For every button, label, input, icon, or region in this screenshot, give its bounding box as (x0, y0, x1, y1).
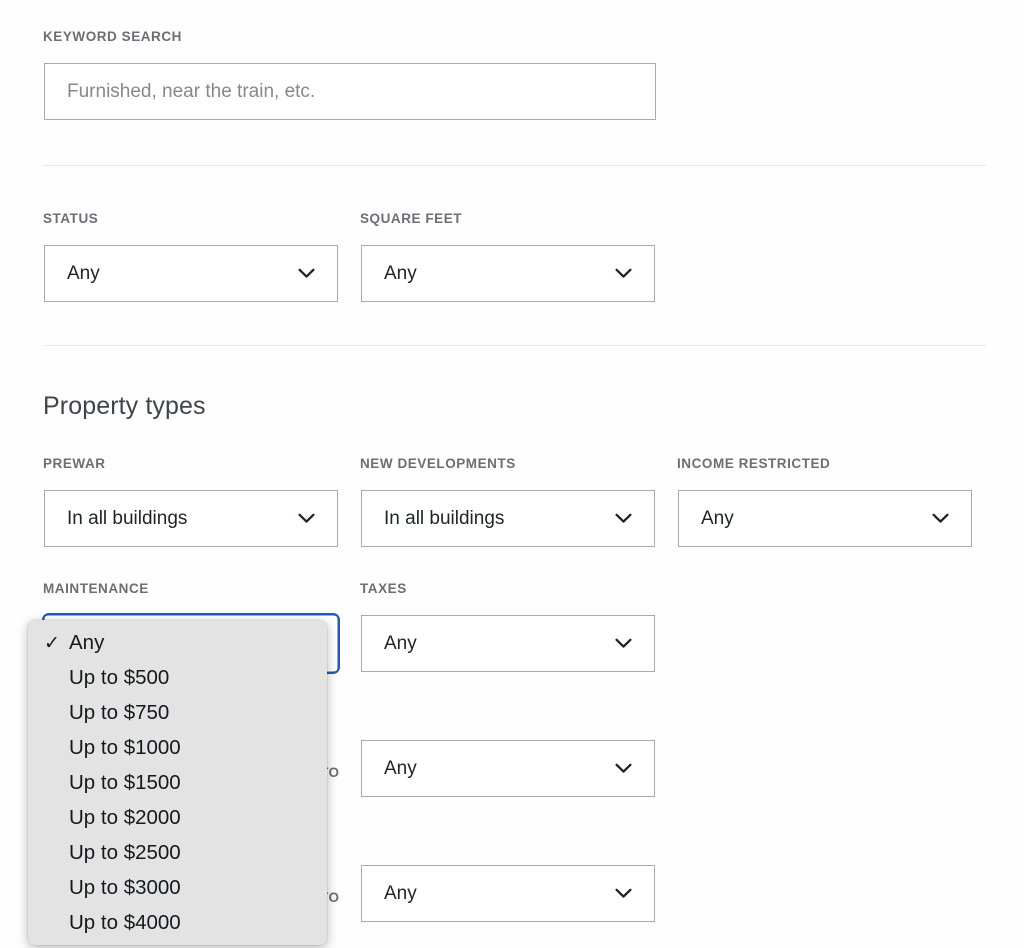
property-types-heading: Property types (43, 392, 206, 420)
keyword-search-input[interactable] (44, 63, 656, 120)
chevron-down-icon (932, 513, 949, 524)
chevron-down-icon (615, 268, 632, 279)
chevron-down-icon (298, 513, 315, 524)
taxes-select-value: Any (384, 634, 417, 653)
dropdown-option-label: Up to $2500 (69, 841, 181, 865)
prewar-label: PREWAR (43, 456, 106, 471)
dropdown-option[interactable]: Up to $2500 (28, 836, 327, 871)
taxes-label: TAXES (360, 581, 407, 596)
square-feet-select[interactable]: Any (361, 245, 655, 302)
new-developments-select[interactable]: In all buildings (361, 490, 655, 547)
dropdown-option[interactable]: Up to $2000 (28, 801, 327, 836)
dropdown-option[interactable]: Up to $1000 (28, 731, 327, 766)
keyword-search-label: KEYWORD SEARCH (43, 29, 182, 44)
status-select-value: Any (67, 264, 100, 283)
dropdown-option[interactable]: Up to $1500 (28, 766, 327, 801)
dropdown-option-label: Up to $2000 (69, 806, 181, 830)
status-select[interactable]: Any (44, 245, 338, 302)
chevron-down-icon (298, 268, 315, 279)
dropdown-option-label: Up to $3000 (69, 876, 181, 900)
dropdown-option-label: Up to $500 (69, 666, 170, 690)
dropdown-option-label: Any (69, 631, 105, 655)
dropdown-option[interactable]: ✓ Any (28, 626, 327, 661)
income-restricted-select[interactable]: Any (678, 490, 972, 547)
dropdown-option-label: Up to $750 (69, 701, 170, 725)
dropdown-option[interactable]: Up to $4000 (28, 906, 327, 941)
range-max-select-1[interactable]: Any (361, 740, 655, 797)
square-feet-select-value: Any (384, 264, 417, 283)
chevron-down-icon (615, 638, 632, 649)
status-label: STATUS (43, 211, 99, 226)
prewar-select[interactable]: In all buildings (44, 490, 338, 547)
divider-filters (43, 345, 986, 346)
range-max-select-2-value: Any (384, 884, 417, 903)
maintenance-label: MAINTENANCE (43, 581, 149, 596)
new-developments-label: NEW DEVELOPMENTS (360, 456, 516, 471)
divider-keyword (43, 165, 986, 166)
taxes-select[interactable]: Any (361, 615, 655, 672)
chevron-down-icon (615, 763, 632, 774)
maintenance-dropdown-popup[interactable]: ✓ Any Up to $500 Up to $750 Up to $1000 Up to… (28, 620, 327, 945)
dropdown-option-label: Up to $1000 (69, 736, 181, 760)
income-restricted-select-value: Any (701, 509, 734, 528)
property-search-filters-panel: KEYWORD SEARCH STATUS Any SQUARE FEET An… (0, 0, 1024, 948)
dropdown-option-label: Up to $1500 (69, 771, 181, 795)
new-developments-select-value: In all buildings (384, 509, 505, 528)
dropdown-option[interactable]: Up to $500 (28, 661, 327, 696)
dropdown-option[interactable]: Up to $3000 (28, 871, 327, 906)
prewar-select-value: In all buildings (67, 509, 188, 528)
income-restricted-label: INCOME RESTRICTED (677, 456, 831, 471)
check-icon: ✓ (44, 633, 60, 654)
dropdown-option-label: Up to $4000 (69, 911, 181, 935)
range-max-select-1-value: Any (384, 759, 417, 778)
range-max-select-2[interactable]: Any (361, 865, 655, 922)
chevron-down-icon (615, 513, 632, 524)
dropdown-option[interactable]: Up to $750 (28, 696, 327, 731)
square-feet-label: SQUARE FEET (360, 211, 463, 226)
chevron-down-icon (615, 888, 632, 899)
